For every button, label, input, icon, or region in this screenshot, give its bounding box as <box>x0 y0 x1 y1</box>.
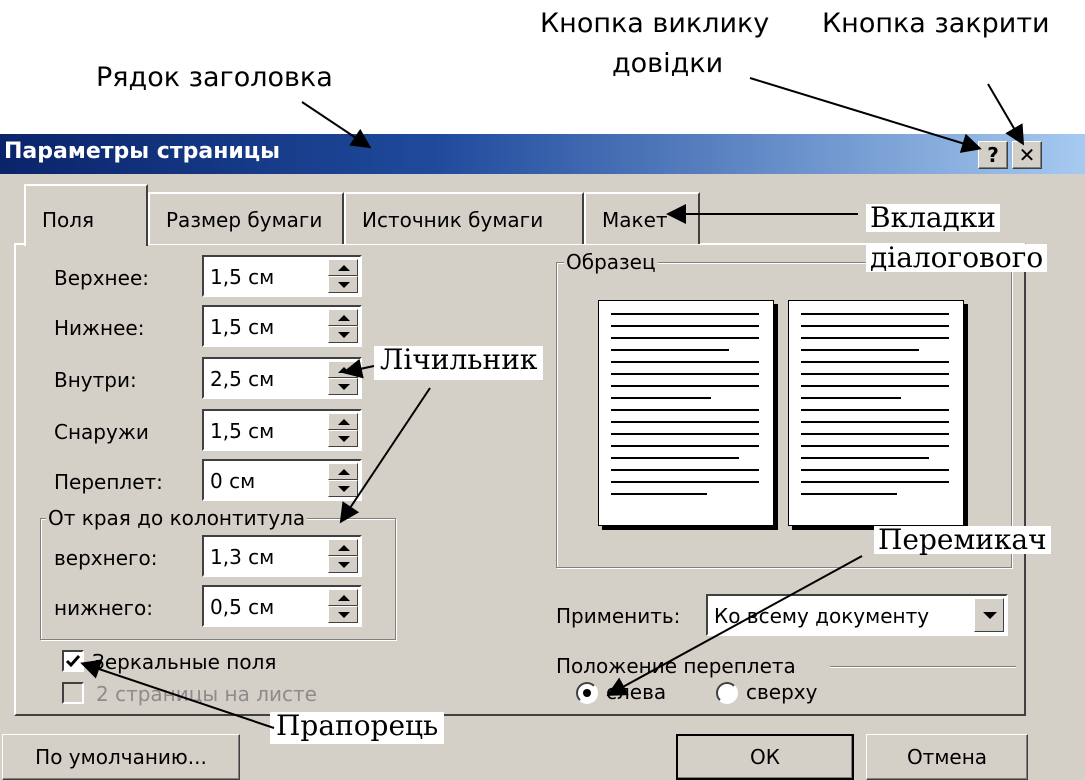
tab-label: Поля <box>42 208 95 232</box>
label-inside: Внутри: <box>54 368 137 392</box>
preview-page-right <box>788 300 964 526</box>
dropdown-button[interactable] <box>974 598 1004 632</box>
ok-button-label: ОК <box>750 745 780 769</box>
tab-label: Источник бумаги <box>362 208 544 232</box>
chevron-down-icon <box>983 612 997 619</box>
radio-top[interactable] <box>716 682 738 704</box>
spinner-inside[interactable]: 2,5 см <box>202 357 362 399</box>
annotation-close-button: Кнопка закрити <box>822 8 1050 39</box>
arrow-up-icon <box>338 545 350 551</box>
spin-up-button[interactable] <box>328 413 358 430</box>
spin-down-button[interactable] <box>328 480 358 497</box>
spinner-value: 1,3 см <box>210 545 275 569</box>
annotation-checkbox-flag: Прапорець <box>270 712 445 744</box>
tab-label: Макет <box>602 208 668 232</box>
default-button-label: По умолчанию... <box>35 745 207 769</box>
spinner-bottom[interactable]: 1,5 см <box>202 305 362 347</box>
spinner-header[interactable]: 1,3 см <box>202 535 362 577</box>
arrow-up-icon <box>338 265 350 271</box>
arrow-up-icon <box>338 367 350 373</box>
spin-down-button[interactable] <box>328 276 358 293</box>
spinner-footer[interactable]: 0,5 см <box>202 585 362 627</box>
check-mark-icon <box>65 655 81 668</box>
spin-up-button[interactable] <box>328 361 358 378</box>
arrow-up-icon <box>338 419 350 425</box>
mirror-margins-label: Зеркальные поля <box>92 650 277 674</box>
label-top: Верхнее: <box>54 266 149 290</box>
default-button[interactable]: По умолчанию... <box>2 734 240 780</box>
cancel-button[interactable]: Отмена <box>866 734 1028 780</box>
spinner-value: 0,5 см <box>210 595 275 619</box>
spinner-value: 1,5 см <box>210 315 275 339</box>
spin-up-button[interactable] <box>328 589 358 606</box>
spin-up-button[interactable] <box>328 309 358 326</box>
radio-dot <box>583 689 591 697</box>
radio-left[interactable] <box>576 682 598 704</box>
preview-page-left <box>598 300 774 526</box>
help-icon: ? <box>987 143 999 167</box>
annotation-tabs-line2: діалогового <box>866 244 1048 272</box>
tab-label: Размер бумаги <box>166 208 323 232</box>
spin-up-button[interactable] <box>328 539 358 556</box>
preview-legend: Образец <box>564 250 658 274</box>
arrow-down-icon <box>338 436 350 442</box>
annotation-help-button-line1: Кнопка виклику <box>540 8 770 39</box>
label-gutter: Переплет: <box>54 470 163 494</box>
label-footer: нижнего: <box>54 596 153 620</box>
spin-down-button[interactable] <box>328 326 358 343</box>
tab-margins[interactable]: Поля <box>24 184 148 246</box>
gutter-position-separator <box>830 666 1016 668</box>
close-button[interactable]: ✕ <box>1012 141 1042 169</box>
apply-label: Применить: <box>556 604 681 628</box>
label-header: верхнего: <box>54 546 158 570</box>
arrow-down-icon <box>338 384 350 390</box>
two-pages-label: 2 страницы на листе <box>96 682 317 706</box>
help-button[interactable]: ? <box>978 141 1008 169</box>
spinner-value: 1,5 см <box>210 265 275 289</box>
annotation-title-bar: Рядок заголовка <box>96 62 333 93</box>
spinner-top[interactable]: 1,5 см <box>202 255 362 297</box>
apply-select[interactable]: Ко всему документу <box>706 594 1008 636</box>
spinner-gutter[interactable]: 0 см <box>202 459 362 501</box>
spinner-value: 2,5 см <box>210 367 275 391</box>
arrow-up-icon <box>338 595 350 601</box>
spin-down-button[interactable] <box>328 606 358 623</box>
radio-left-label: слева <box>606 680 667 704</box>
arrow-down-icon <box>338 332 350 338</box>
arrow-down-icon <box>338 562 350 568</box>
radio-top-label: сверху <box>746 680 818 704</box>
window-title: Параметры страницы <box>4 139 281 164</box>
gutter-position-legend: Положение переплета <box>556 654 796 678</box>
arrow-down-icon <box>338 282 350 288</box>
spinner-outside[interactable]: 1,5 см <box>202 409 362 451</box>
tab-layout[interactable]: Макет <box>584 192 700 244</box>
spin-down-button[interactable] <box>328 378 358 395</box>
arrow-down-icon <box>338 612 350 618</box>
spin-down-button[interactable] <box>328 430 358 447</box>
spin-up-button[interactable] <box>328 259 358 276</box>
close-icon: ✕ <box>1018 143 1036 167</box>
tab-paper-size[interactable]: Размер бумаги <box>148 192 344 244</box>
spin-down-button[interactable] <box>328 556 358 573</box>
ok-button[interactable]: ОК <box>676 734 854 780</box>
header-footer-legend: От края до колонтитула <box>46 506 308 530</box>
annotation-tabs-line1: Вкладки <box>866 204 1000 232</box>
apply-select-value: Ко всему документу <box>714 604 930 628</box>
annotation-spinner: Лічильник <box>374 346 544 380</box>
annotation-radio-switch: Перемикач <box>874 526 1051 554</box>
spin-up-button[interactable] <box>328 463 358 480</box>
spinner-value: 0 см <box>210 469 256 493</box>
mirror-margins-checkbox[interactable] <box>62 650 84 672</box>
arrow-up-icon <box>338 469 350 475</box>
spinner-value: 1,5 см <box>210 419 275 443</box>
annotation-help-button-line2: довідки <box>612 48 724 79</box>
label-bottom: Нижнее: <box>54 316 145 340</box>
cancel-button-label: Отмена <box>906 745 988 769</box>
arrow-up-icon <box>338 315 350 321</box>
two-pages-checkbox[interactable] <box>62 682 84 704</box>
tab-paper-source[interactable]: Источник бумаги <box>344 192 584 244</box>
label-outside: Снаружи <box>54 420 149 444</box>
arrow-down-icon <box>338 486 350 492</box>
